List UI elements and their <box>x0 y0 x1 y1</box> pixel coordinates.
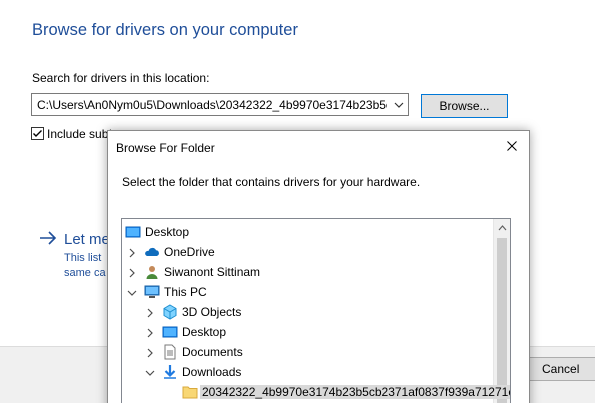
chevron-down-icon[interactable] <box>145 367 155 377</box>
chevron-down-icon[interactable] <box>127 287 137 297</box>
browse-button[interactable]: Browse... <box>421 94 508 118</box>
tree-item-label[interactable]: Desktop <box>145 225 189 239</box>
scroll-thumb[interactable] <box>497 238 507 403</box>
search-location-label: Search for drivers in this location: <box>32 71 210 85</box>
onedrive-cloud-icon <box>144 244 160 260</box>
tree-item[interactable]: 20342322_4b9970e3174b23b5cb2371af0837f93… <box>122 382 510 402</box>
let-me-pick-desc-line1: This list <box>64 252 102 264</box>
chevron-right-icon[interactable] <box>127 247 137 258</box>
chevron-right-icon[interactable] <box>127 267 137 278</box>
desktop-folder-icon <box>162 324 178 340</box>
tree-item-label[interactable]: Siwanont Sittinam <box>164 265 260 279</box>
dialog-title: Browse For Folder <box>116 141 215 155</box>
let-me-pick-link[interactable]: Let me <box>64 231 108 248</box>
tree-scrollbar[interactable] <box>493 219 510 403</box>
tree-item-label[interactable]: Documents <box>182 345 243 359</box>
include-subfolders-label[interactable]: Include subfolders <box>47 127 111 141</box>
desktop-folder-icon <box>125 224 141 240</box>
arrow-right-icon[interactable] <box>38 230 58 246</box>
main-title: Browse for drivers on your computer <box>32 21 298 39</box>
tree-item[interactable]: Desktop <box>122 222 494 242</box>
browse-for-folder-dialog: Browse For Folder Select the folder that… <box>107 130 530 403</box>
dialog-close-button[interactable] <box>499 135 525 157</box>
tree-item[interactable]: Documents <box>122 342 494 362</box>
include-subfolders-checkbox[interactable] <box>31 127 44 140</box>
tree-item[interactable]: OneDrive <box>122 242 494 262</box>
cancel-button[interactable]: Cancel <box>528 357 595 381</box>
tree-item-label[interactable]: 20342322_4b9970e3174b23b5cb2371af0837f93… <box>200 385 510 399</box>
let-me-pick-desc-line2: same ca <box>64 267 106 279</box>
tree-item[interactable]: This PC <box>122 282 494 302</box>
this-pc-icon <box>144 284 160 300</box>
tree-item[interactable]: Desktop <box>122 322 494 342</box>
dialog-description: Select the folder that contains drivers … <box>122 175 421 189</box>
tree-item-label[interactable]: Downloads <box>182 365 241 379</box>
driver-path-combobox[interactable]: C:\Users\An0Nym0u5\Downloads\20342322_4b… <box>31 93 409 116</box>
tree-item[interactable]: Siwanont Sittinam <box>122 262 494 282</box>
user-icon <box>144 264 160 280</box>
chevron-right-icon[interactable] <box>145 327 155 338</box>
close-icon <box>507 141 517 151</box>
tree-item-label[interactable]: This PC <box>164 285 207 299</box>
scroll-up-icon[interactable] <box>498 225 507 231</box>
documents-icon <box>162 344 178 360</box>
checkmark-icon <box>33 130 42 137</box>
folder-icon <box>182 384 198 400</box>
tree-item-label[interactable]: 3D Objects <box>182 305 241 319</box>
chevron-down-icon[interactable] <box>393 97 405 113</box>
driver-path-value[interactable]: C:\Users\An0Nym0u5\Downloads\20342322_4b… <box>37 98 387 112</box>
3d-objects-icon <box>162 304 178 320</box>
downloads-icon <box>162 364 178 380</box>
folder-tree[interactable]: Desktop OneDrive Siwanont Sittinam This PC 3… <box>121 218 511 403</box>
chevron-right-icon[interactable] <box>145 307 155 318</box>
tree-item-label[interactable]: OneDrive <box>164 245 215 259</box>
tree-item[interactable]: Downloads <box>122 362 494 382</box>
tree-item-label[interactable]: Desktop <box>182 325 226 339</box>
chevron-right-icon[interactable] <box>145 347 155 358</box>
tree-item[interactable]: 3D Objects <box>122 302 494 322</box>
